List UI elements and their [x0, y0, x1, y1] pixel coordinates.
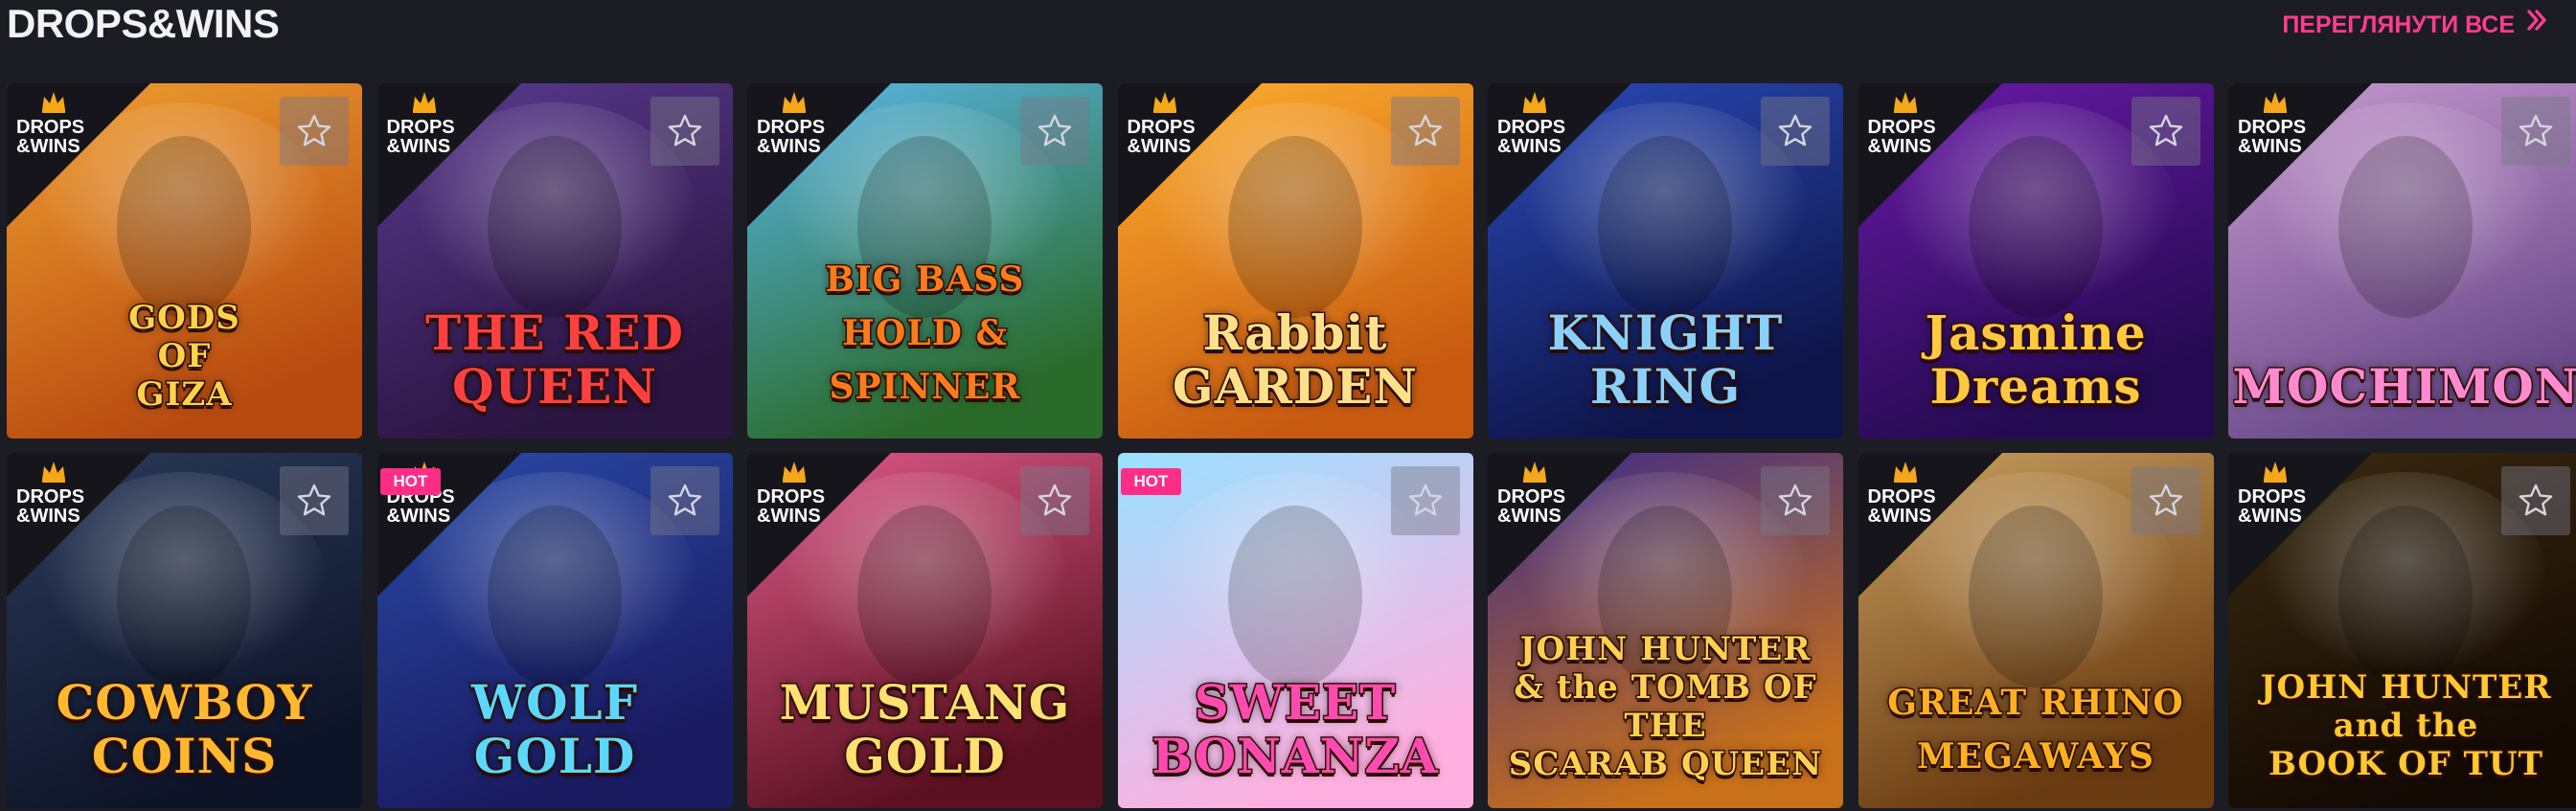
game-card[interactable]: THE RED QUEEN DROPS &WINS	[376, 83, 733, 439]
favorite-button[interactable]	[1761, 97, 1830, 166]
star-outline-icon	[2149, 114, 2182, 146]
favorite-button[interactable]	[1390, 97, 1460, 166]
game-title: MOCHIMON	[2231, 358, 2576, 415]
favorite-button[interactable]	[280, 466, 349, 535]
star-outline-icon	[297, 484, 331, 516]
game-card[interactable]: BIG BASS HOLD & SPINNER DROPS &WINS	[747, 83, 1103, 439]
game-card[interactable]: Jasmine Dreams DROPS &WINS	[1858, 83, 2214, 439]
star-outline-icon	[1408, 114, 1442, 146]
game-title: Jasmine Dreams	[1924, 304, 2147, 415]
favorite-button[interactable]	[280, 97, 349, 166]
game-card[interactable]: WOLF GOLD DROPS &WINS HOT	[376, 453, 733, 808]
star-outline-icon	[668, 484, 701, 516]
game-card[interactable]: GREAT RHINO MEGAWAYS DROPS &WINS	[1858, 453, 2214, 808]
star-outline-icon	[2519, 114, 2553, 146]
game-card[interactable]: SWEET BONANZA HOT	[1117, 453, 1473, 808]
game-title: Rabbit GARDEN	[1171, 304, 1419, 415]
game-card[interactable]: COWBOY COINS DROPS &WINS	[7, 453, 362, 808]
section-header: DROPS&WINS ПЕРЕГЛЯНУТИ ВСЕ	[0, 0, 2576, 54]
favorite-button[interactable]	[1390, 466, 1460, 535]
favorite-button[interactable]	[2501, 97, 2570, 166]
favorite-button[interactable]	[2501, 466, 2570, 535]
game-title: GODS OF GIZA	[127, 298, 241, 416]
hot-badge: HOT	[379, 468, 442, 495]
star-outline-icon	[297, 114, 331, 146]
section-title: DROPS&WINS	[7, 1, 280, 46]
game-title: COWBOY COINS	[55, 674, 313, 784]
star-outline-icon	[1778, 114, 1812, 146]
game-title: BIG BASS HOLD & SPINNER	[824, 259, 1025, 409]
view-all-label: ПЕРЕГЛЯНУТИ ВСЕ	[2282, 11, 2515, 38]
game-card[interactable]: MUSTANG GOLD DROPS &WINS	[747, 453, 1103, 808]
star-outline-icon	[1408, 484, 1442, 516]
view-all-link[interactable]: ПЕРЕГЛЯНУТИ ВСЕ	[2282, 4, 2549, 46]
star-outline-icon	[1037, 484, 1072, 516]
games-grid: GODS OF GIZA DROPS &WINS THE RED QUEEN DROP…	[7, 83, 2576, 808]
game-title: WOLF GOLD	[469, 674, 639, 784]
favorite-button[interactable]	[2131, 466, 2200, 535]
star-outline-icon	[1778, 484, 1812, 516]
hot-badge: HOT	[1120, 468, 1182, 495]
favorite-button[interactable]	[1020, 466, 1089, 535]
favorite-button[interactable]	[650, 466, 719, 535]
favorite-button[interactable]	[2131, 97, 2200, 166]
game-title: MUSTANG GOLD	[778, 674, 1071, 784]
game-card[interactable]: Rabbit GARDEN DROPS &WINS	[1117, 83, 1473, 439]
game-card[interactable]: MOCHIMON DROPS &WINS	[2228, 83, 2576, 439]
star-outline-icon	[668, 114, 701, 146]
game-title: JOHN HUNTER & the TOMB OF THE SCARAB QUE…	[1507, 629, 1823, 785]
game-card[interactable]: JOHN HUNTER and the BOOK OF TUT DROPS &WI…	[2228, 453, 2576, 808]
star-outline-icon	[2519, 484, 2553, 516]
game-card[interactable]: JOHN HUNTER & the TOMB OF THE SCARAB QUE…	[1488, 453, 1843, 808]
star-outline-icon	[1037, 114, 1072, 146]
favorite-button[interactable]	[1020, 97, 1089, 166]
star-outline-icon	[2149, 484, 2182, 516]
game-title: GREAT RHINO MEGAWAYS	[1886, 682, 2184, 778]
game-title: JOHN HUNTER and the BOOK OF TUT	[2259, 667, 2552, 785]
game-card[interactable]: KNIGHT RING DROPS &WINS	[1488, 83, 1843, 439]
game-title: SWEET BONANZA	[1151, 674, 1439, 784]
game-card[interactable]: GODS OF GIZA DROPS &WINS	[7, 83, 362, 439]
favorite-button[interactable]	[1761, 466, 1830, 535]
game-title: KNIGHT RING	[1546, 304, 1784, 415]
double-chevron-right-icon	[2524, 4, 2549, 46]
favorite-button[interactable]	[650, 97, 719, 166]
game-title: THE RED QUEEN	[424, 304, 685, 415]
